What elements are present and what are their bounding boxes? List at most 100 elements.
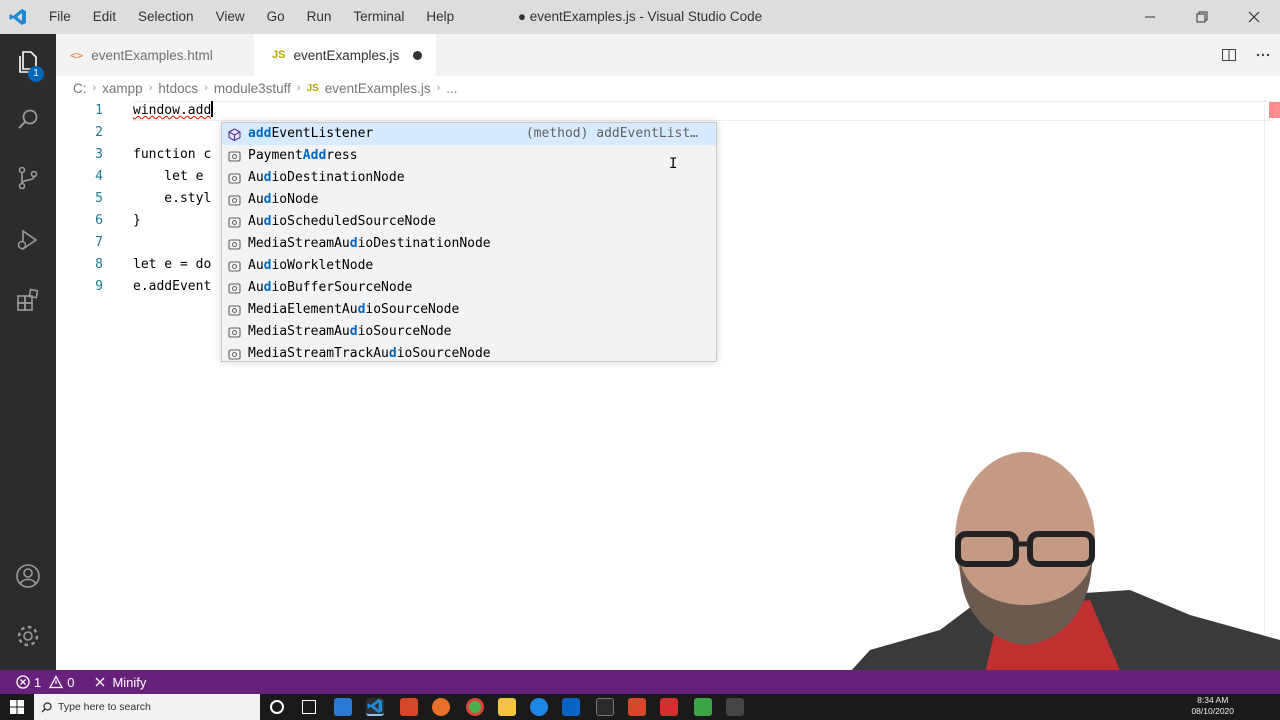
- breadcrumb-item[interactable]: htdocs: [158, 81, 198, 96]
- restore-icon: [1196, 11, 1208, 23]
- suggestion-item[interactable]: AudioBufferSourceNode: [222, 277, 716, 299]
- breadcrumb-item[interactable]: xampp: [102, 81, 143, 96]
- code-line[interactable]: e.addEvent: [133, 276, 211, 298]
- clock-date: 08/10/2020: [1191, 706, 1234, 716]
- more-actions-button[interactable]: [1246, 38, 1280, 72]
- explorer-button[interactable]: 1: [0, 38, 56, 86]
- unsaved-dot-icon[interactable]: [413, 50, 423, 60]
- problems-indicator[interactable]: 1 0: [16, 675, 74, 690]
- suggestion-item[interactable]: AudioScheduledSourceNode: [222, 211, 716, 233]
- suggestion-label: PaymentAddress: [248, 148, 358, 163]
- menu-go[interactable]: Go: [256, 0, 296, 34]
- vscode-taskbar-icon[interactable]: [366, 698, 384, 716]
- search-icon: [41, 702, 52, 713]
- tab-eventexamples-html[interactable]: <> eventExamples.html: [56, 34, 254, 76]
- suggestion-item[interactable]: AudioWorkletNode: [222, 255, 716, 277]
- suggestion-item[interactable]: MediaStreamAudioSourceNode: [222, 321, 716, 343]
- restore-button[interactable]: [1176, 0, 1228, 34]
- taskbar-search-box[interactable]: Type here to search: [34, 694, 260, 720]
- app-icon-store[interactable]: [334, 698, 352, 716]
- webcam-overlay-image: [830, 440, 1280, 694]
- suggestion-item[interactable]: MediaStreamAudioDestinationNode: [222, 233, 716, 255]
- suggestion-item[interactable]: MediaStreamTrackAudioSourceNode: [222, 343, 716, 365]
- breadcrumb-item[interactable]: eventExamples.js: [325, 81, 431, 96]
- app-icon-skype[interactable]: [530, 698, 548, 716]
- system-clock[interactable]: 8:34 AM 08/10/2020: [1191, 695, 1234, 717]
- breadcrumb-item[interactable]: ...: [446, 81, 457, 96]
- outlook-icon[interactable]: [562, 698, 580, 716]
- ellipsis-icon: [1256, 53, 1270, 57]
- acrobat-icon[interactable]: [660, 698, 678, 716]
- property-icon: [228, 150, 241, 163]
- suggestion-item[interactable]: PaymentAddress: [222, 145, 716, 167]
- search-icon: [18, 109, 38, 129]
- suggestion-item[interactable]: AudioDestinationNode: [222, 167, 716, 189]
- breadcrumb-item[interactable]: module3stuff: [214, 81, 291, 96]
- minify-button[interactable]: Minify: [94, 675, 146, 690]
- tab-eventexamples-js[interactable]: JS eventExamples.js: [254, 34, 436, 76]
- breadcrumb-item[interactable]: C:: [73, 81, 87, 96]
- code-line[interactable]: }: [133, 210, 141, 232]
- code-line[interactable]: window.add: [133, 100, 214, 122]
- app-icon-brackets[interactable]: [400, 698, 418, 716]
- property-icon: [228, 194, 241, 207]
- menu-selection[interactable]: Selection: [127, 0, 205, 34]
- minimize-button[interactable]: [1124, 0, 1176, 34]
- code-text: window.add: [133, 103, 212, 118]
- cortana-icon[interactable]: [270, 700, 284, 714]
- chevron-right-icon: ›: [204, 82, 208, 94]
- source-control-icon: [18, 166, 38, 190]
- suggestion-item[interactable]: MediaElementAudioSourceNode: [222, 299, 716, 321]
- chevron-right-icon: ›: [92, 82, 97, 94]
- menu-view[interactable]: View: [205, 0, 256, 34]
- close-icon: [1248, 11, 1260, 23]
- menu-run[interactable]: Run: [296, 0, 343, 34]
- html-file-icon: <>: [70, 48, 84, 62]
- explorer-badge: 1: [28, 66, 44, 82]
- code-line[interactable]: let e: [133, 166, 211, 188]
- line-number: 7: [95, 235, 103, 250]
- task-view-icon[interactable]: [302, 700, 316, 714]
- suggestion-item[interactable]: AudioNode: [222, 189, 716, 211]
- menu-help[interactable]: Help: [415, 0, 465, 34]
- chrome-icon[interactable]: [466, 698, 484, 716]
- vscode-logo-icon: [0, 0, 36, 34]
- menu-file[interactable]: File: [38, 0, 82, 34]
- close-button[interactable]: [1228, 0, 1280, 34]
- property-icon: [228, 260, 241, 273]
- error-marker: [1269, 102, 1280, 118]
- code-line[interactable]: e.styl: [133, 188, 211, 210]
- firefox-icon[interactable]: [432, 698, 450, 716]
- search-view-button[interactable]: [0, 96, 56, 144]
- app-icon-orange[interactable]: [628, 698, 646, 716]
- suggestion-label: AudioBufferSourceNode: [248, 280, 413, 295]
- app-icon-green[interactable]: [694, 698, 712, 716]
- file-explorer-icon[interactable]: [498, 698, 516, 716]
- property-icon: [228, 238, 241, 251]
- run-debug-button[interactable]: [0, 216, 56, 264]
- chevron-right-icon: ›: [436, 82, 441, 94]
- tab-label: eventExamples.html: [91, 47, 213, 63]
- menu-edit[interactable]: Edit: [82, 0, 127, 34]
- manage-button[interactable]: [0, 612, 56, 660]
- close-icon: [96, 677, 105, 687]
- start-button[interactable]: [0, 694, 34, 720]
- js-file-icon: JS: [272, 49, 286, 61]
- suggestion-label: MediaStreamAudioSourceNode: [248, 324, 452, 339]
- warning-count: 0: [67, 674, 75, 690]
- app-icon-media[interactable]: [596, 698, 614, 716]
- suggestion-detail: (method) addEventList…: [525, 126, 698, 141]
- suggestion-label: MediaStreamAudioDestinationNode: [248, 236, 491, 251]
- current-line-highlight: [133, 101, 1273, 121]
- accounts-button[interactable]: [0, 552, 56, 600]
- source-control-button[interactable]: [0, 154, 56, 202]
- code-line[interactable]: function c: [133, 144, 211, 166]
- code-line[interactable]: let e = do: [133, 254, 211, 276]
- app-icon-c[interactable]: [726, 698, 744, 716]
- property-icon: [228, 216, 241, 229]
- split-editor-button[interactable]: [1212, 38, 1246, 72]
- menu-terminal[interactable]: Terminal: [342, 0, 415, 34]
- extensions-button[interactable]: [0, 276, 56, 324]
- suggestion-item[interactable]: addEventListener (method) addEventList…: [222, 123, 716, 145]
- property-icon: [228, 282, 241, 295]
